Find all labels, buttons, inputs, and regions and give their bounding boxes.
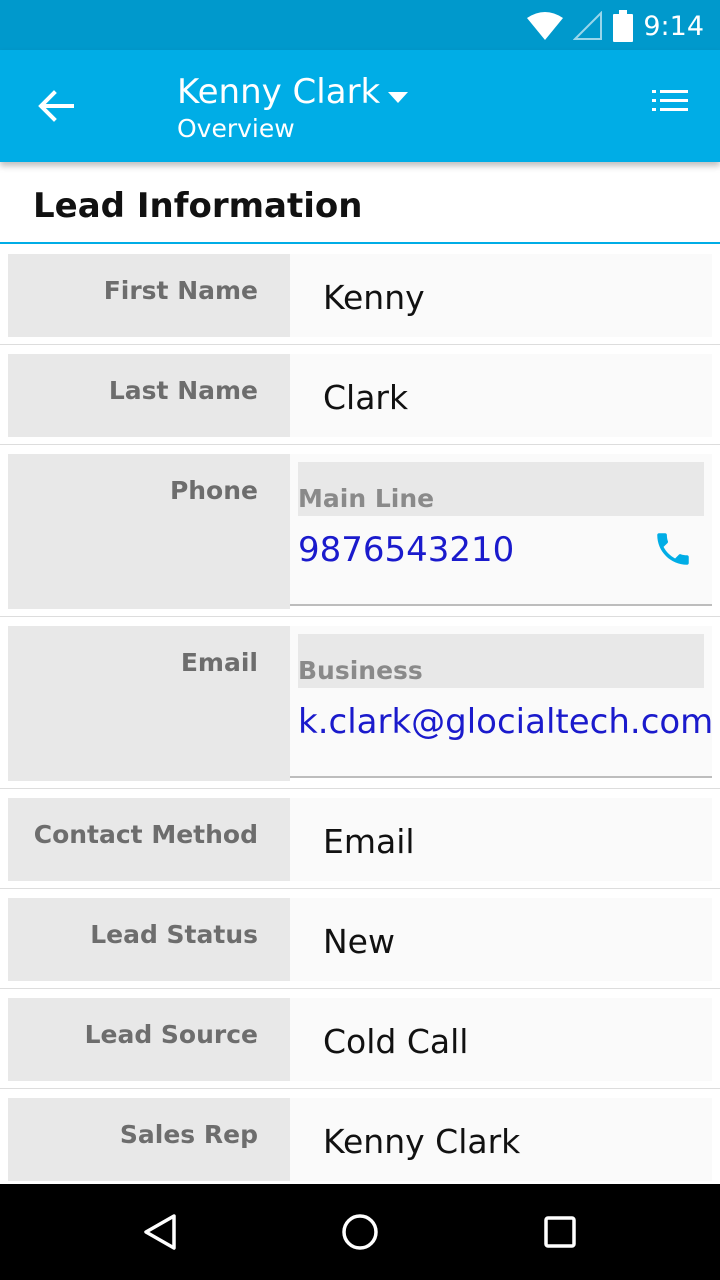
field-label-cell: Email (8, 626, 290, 781)
arrow-back-icon (38, 90, 74, 122)
nav-home-button[interactable] (338, 1210, 382, 1254)
field-row-sales-rep: Sales Rep Kenny Clark (0, 1089, 720, 1189)
home-circle-icon (342, 1214, 378, 1250)
list-menu-button[interactable] (652, 88, 692, 124)
nav-recents-button[interactable] (538, 1210, 582, 1254)
lead-status-value: New (323, 922, 395, 961)
email-address-link[interactable]: k.clark@glocialtech.com (298, 702, 713, 742)
field-label-cell: Sales Rep (8, 1098, 290, 1181)
page-title: Kenny Clark (177, 72, 381, 112)
status-bar: 9:14 (0, 0, 720, 50)
field-value-cell: Kenny (290, 254, 712, 337)
field-value-cell: Clark (290, 354, 712, 437)
battery-icon (613, 10, 634, 42)
phone-type-label: Main Line (298, 462, 704, 516)
cellular-signal-icon (573, 11, 603, 40)
field-label-cell: Last Name (8, 354, 290, 437)
field-value-cell: Cold Call (290, 998, 712, 1081)
field-label: Contact Method (33, 820, 258, 849)
field-value-cell: New (290, 898, 712, 981)
field-value-cell: Email (290, 798, 712, 881)
recents-square-icon (544, 1216, 576, 1248)
last-name-value: Clark (323, 378, 409, 417)
nav-back-button[interactable] (138, 1210, 182, 1254)
field-label: Email (180, 648, 258, 677)
field-label: Phone (169, 476, 258, 505)
wifi-icon (527, 12, 564, 40)
field-label-cell: Phone (8, 454, 290, 609)
field-value-cell: Main Line 9876543210 (290, 454, 712, 606)
field-label: Lead Status (90, 920, 258, 949)
page-subtitle: Overview (177, 114, 295, 143)
field-row-email: Email Business k.clark@glocialtech.com (0, 617, 720, 789)
field-row-lead-status: Lead Status New (0, 889, 720, 989)
field-row-lead-source: Lead Source Cold Call (0, 989, 720, 1089)
section-header: Lead Information (0, 162, 720, 244)
field-row-first-name: First Name Kenny (0, 245, 720, 345)
field-label-cell: First Name (8, 254, 290, 337)
field-value-cell: Business k.clark@glocialtech.com (290, 626, 713, 778)
list-menu-icon (652, 90, 688, 111)
field-label-cell: Contact Method (8, 798, 290, 881)
lead-source-value: Cold Call (323, 1022, 469, 1061)
field-label: Lead Source (84, 1020, 258, 1049)
back-triangle-icon (144, 1214, 176, 1250)
email-type-label: Business (298, 634, 704, 688)
sales-rep-value: Kenny Clark (323, 1122, 521, 1161)
field-row-contact-method: Contact Method Email (0, 789, 720, 889)
system-navigation-bar (0, 1184, 720, 1280)
section-title: Lead Information (33, 186, 363, 226)
field-label-cell: Lead Status (8, 898, 290, 981)
field-label: First Name (103, 276, 258, 305)
phone-icon[interactable] (652, 528, 694, 570)
field-label: Sales Rep (119, 1120, 258, 1149)
phone-number-link[interactable]: 9876543210 (298, 530, 514, 570)
record-title-dropdown[interactable]: Kenny Clark Overview (177, 72, 409, 143)
field-value-cell: Kenny Clark (290, 1098, 712, 1181)
field-label: Last Name (108, 376, 258, 405)
field-label-cell: Lead Source (8, 998, 290, 1081)
field-row-phone: Phone Main Line 9876543210 (0, 445, 720, 617)
clock-time: 9:14 (643, 10, 704, 42)
first-name-value: Kenny (323, 278, 425, 317)
contact-method-value: Email (323, 822, 415, 861)
back-button[interactable] (30, 84, 82, 128)
app-bar: Kenny Clark Overview (0, 50, 720, 162)
field-row-last-name: Last Name Clark (0, 345, 720, 445)
dropdown-triangle-icon (388, 92, 409, 103)
lead-fields-list: First Name Kenny Last Name Clark Phone M… (0, 245, 720, 1189)
